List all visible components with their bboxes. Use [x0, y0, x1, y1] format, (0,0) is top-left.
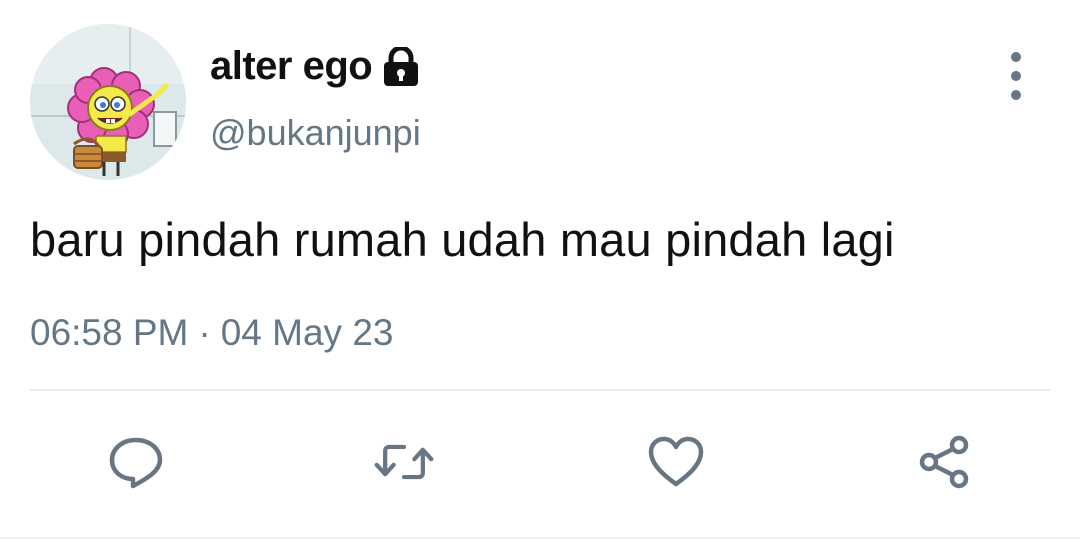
display-name-text: alter ego — [210, 44, 373, 88]
vertical-dots-icon — [1011, 52, 1021, 62]
share-icon — [919, 435, 969, 489]
reply-button[interactable] — [104, 432, 168, 492]
tweet-text: baru pindah rumah udah mau pindah lagi — [30, 213, 895, 266]
tweet-time: 06:58 PM — [30, 312, 189, 353]
retweet-button[interactable] — [372, 432, 436, 492]
like-button[interactable] — [644, 432, 708, 492]
share-button[interactable] — [912, 432, 976, 492]
retweet-icon — [374, 444, 434, 480]
bottom-border — [0, 537, 1080, 539]
tweet-timestamp: 06:58 PM · 04 May 23 — [30, 312, 393, 354]
avatar[interactable] — [30, 24, 186, 180]
display-name[interactable]: alter ego — [210, 44, 422, 89]
heart-icon — [648, 436, 704, 487]
vertical-dots-icon-middle — [1011, 71, 1021, 81]
vertical-dots-icon-bottom — [1011, 90, 1021, 100]
more-options-button[interactable] — [996, 52, 1036, 100]
tweet-date: 04 May 23 — [220, 312, 394, 353]
divider — [30, 389, 1050, 391]
timestamp-separator: · — [198, 312, 211, 353]
spongebob-flower-avatar-image — [30, 24, 186, 180]
lock-icon — [380, 45, 422, 87]
user-handle[interactable]: @bukanjunpi — [210, 112, 421, 154]
reply-bubble-icon — [109, 437, 163, 489]
